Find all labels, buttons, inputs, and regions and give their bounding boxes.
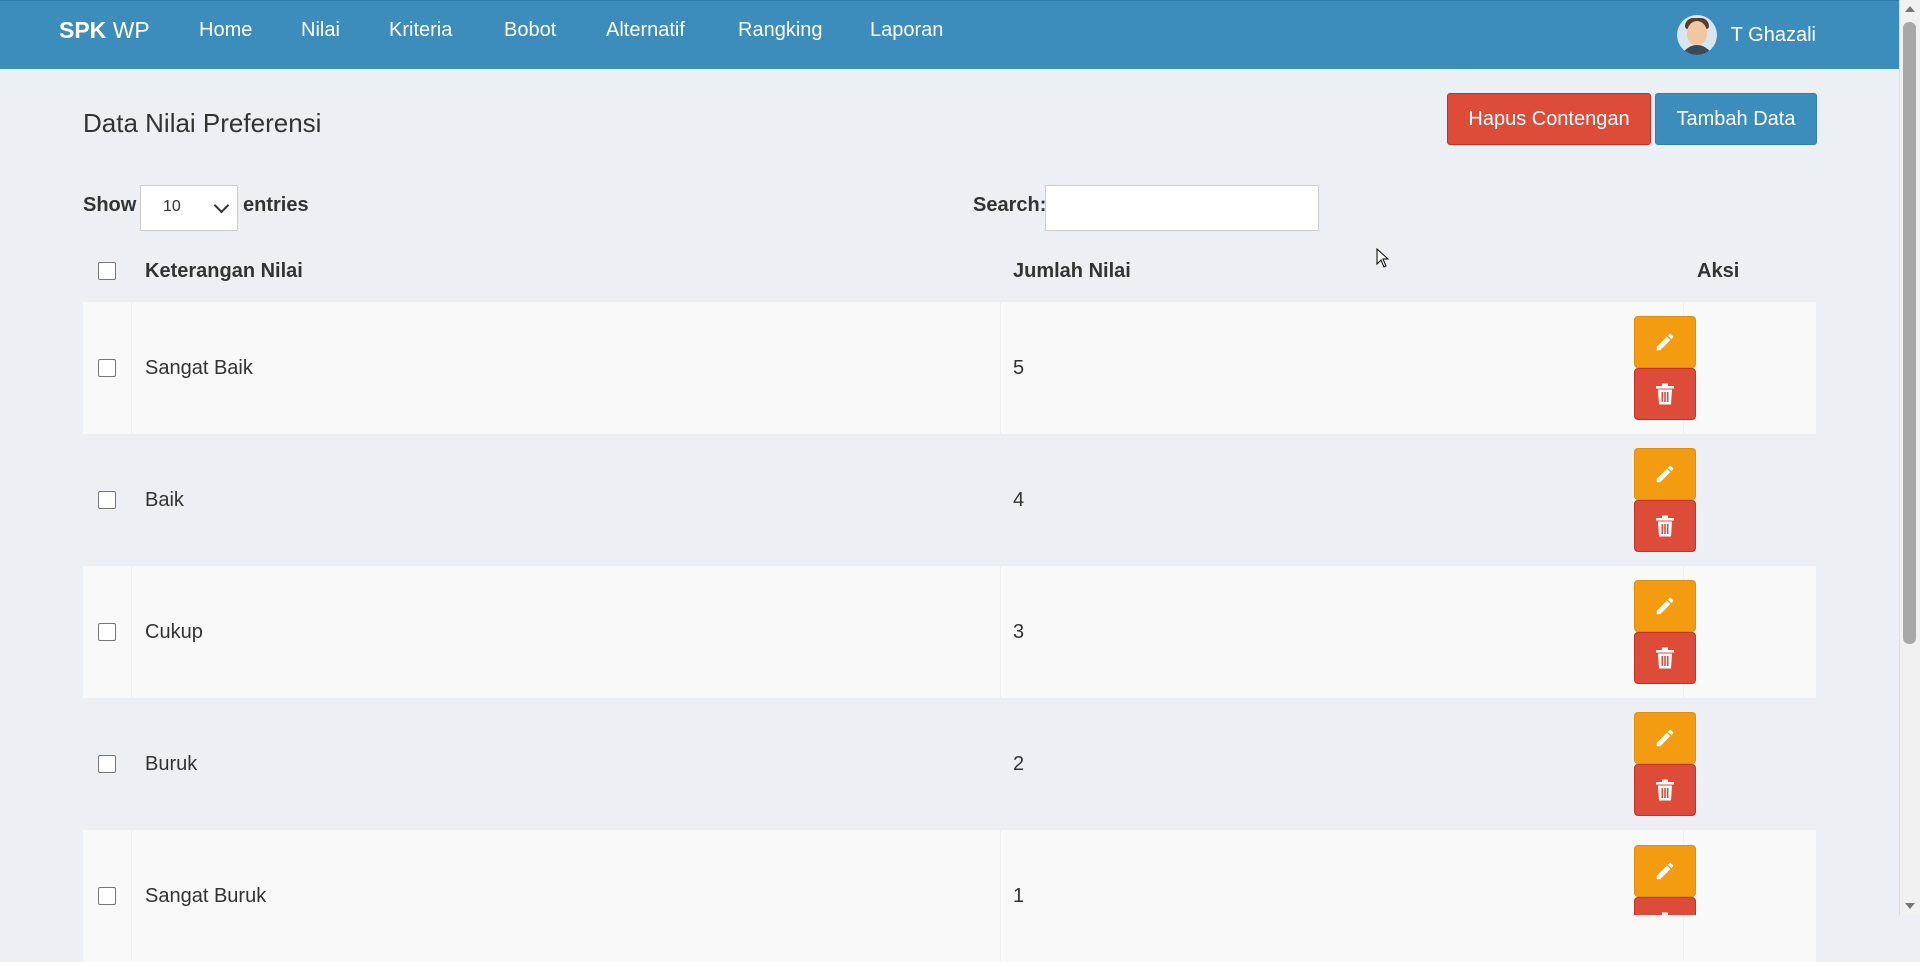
trash-icon [1656,383,1674,405]
row-actions [1634,448,1696,552]
brand-logo[interactable]: SPK WP [59,17,150,44]
cell-jumlah: 5 [1001,302,1684,434]
row-checkbox[interactable] [98,491,116,509]
pencil-icon [1656,333,1674,351]
search-input[interactable] [1045,185,1319,231]
table-row: Sangat Baik 5 [83,302,1816,434]
user-menu[interactable]: T Ghazali [1676,11,1816,59]
chevron-down-icon [213,197,230,214]
pencil-icon [1656,597,1674,615]
row-actions [1634,580,1696,684]
cell-keterangan: Sangat Baik [132,302,1001,434]
cell-jumlah: 2 [1001,698,1684,830]
nav-item-bobot[interactable]: Bobot [504,19,556,42]
table-row: Buruk 2 [83,698,1816,830]
nav-item-laporan[interactable]: Laporan [870,19,943,42]
delete-button[interactable] [1634,500,1696,552]
cell-keterangan: Baik [132,434,1001,566]
edit-button[interactable] [1634,580,1696,632]
table-row: Sangat Buruk 1 [83,830,1816,962]
edit-button[interactable] [1634,316,1696,368]
delete-button[interactable] [1634,897,1696,915]
row-checkbox[interactable] [98,359,116,377]
pencil-icon [1656,729,1674,747]
cell-keterangan: Sangat Buruk [132,830,1001,962]
user-name: T Ghazali [1730,23,1816,46]
scrollbar-thumb[interactable] [1903,22,1916,644]
cell-keterangan: Buruk [132,698,1001,830]
show-label: Show [83,194,137,216]
trash-icon [1656,515,1674,537]
trash-icon [1656,779,1674,801]
row-actions [1634,712,1696,816]
top-navbar: SPK WP Home Nilai Kriteria Bobot Alterna… [0,0,1900,69]
row-checkbox[interactable] [98,887,116,905]
edit-button[interactable] [1634,448,1696,500]
nav-item-kriteria[interactable]: Kriteria [389,19,452,42]
cell-jumlah: 3 [1001,566,1684,698]
cell-jumlah: 1 [1001,830,1684,962]
entries-label: entries [243,194,309,216]
user-avatar-icon [1676,15,1717,55]
pencil-icon [1656,465,1674,483]
row-actions [1634,845,1696,915]
select-all-cell [83,240,132,302]
add-data-button[interactable]: Tambah Data [1655,93,1817,145]
nav-item-nilai[interactable]: Nilai [301,19,340,42]
mouse-cursor-icon [1376,248,1390,268]
nav-item-alternatif[interactable]: Alternatif [606,19,685,42]
delete-button[interactable] [1634,368,1696,420]
header-keterangan[interactable]: Keterangan Nilai [132,240,1001,302]
cell-jumlah: 4 [1001,434,1684,566]
search-label: Search: [973,194,1047,216]
table-row: Cukup 3 [83,566,1816,698]
edit-button[interactable] [1634,712,1696,764]
page-title: Data Nilai Preferensi [83,108,322,138]
select-all-checkbox[interactable] [98,262,116,280]
header-jumlah[interactable]: Jumlah Nilai [1001,240,1684,302]
scroll-up-icon[interactable] [1905,6,1915,12]
page-scrollbar[interactable] [1899,0,1920,915]
entries-select[interactable]: 10 [140,185,238,231]
scroll-down-icon[interactable] [1905,903,1915,909]
edit-button[interactable] [1634,845,1696,897]
row-actions [1634,316,1696,420]
row-checkbox[interactable] [98,623,116,641]
cell-keterangan: Cukup [132,566,1001,698]
delete-button[interactable] [1634,632,1696,684]
entries-value: 10 [163,198,181,215]
table-header-row: Keterangan Nilai Jumlah Nilai Aksi [83,240,1816,302]
delete-button[interactable] [1634,764,1696,816]
nav-item-rangking[interactable]: Rangking [738,19,823,42]
pencil-icon [1656,862,1674,880]
delete-checked-button[interactable]: Hapus Contengan [1447,93,1651,145]
trash-icon [1656,647,1674,669]
header-aksi: Aksi [1697,259,1740,282]
table-row: Baik 4 [83,434,1816,566]
nav-item-home[interactable]: Home [199,19,252,42]
row-checkbox[interactable] [98,755,116,773]
